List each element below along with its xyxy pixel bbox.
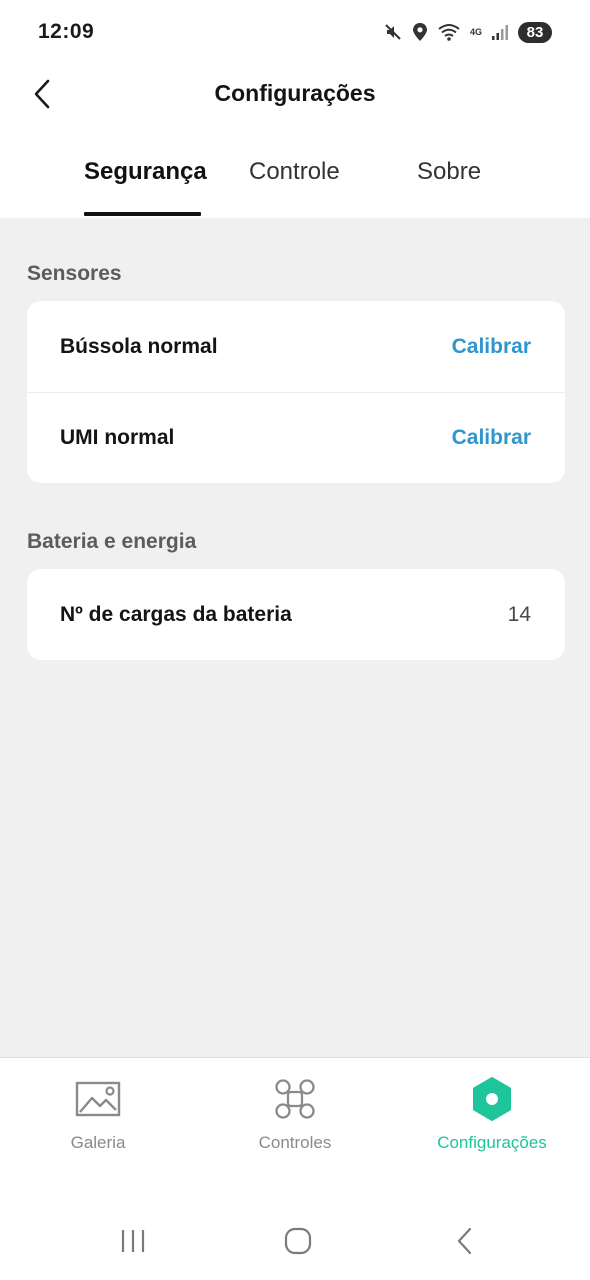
drone-icon <box>271 1076 319 1122</box>
location-icon <box>412 22 428 42</box>
nav-item-controles[interactable]: Controles <box>197 1058 393 1178</box>
home-button[interactable] <box>278 1221 318 1261</box>
wifi-icon <box>437 22 461 42</box>
tab-seguranca[interactable]: Segurança <box>84 158 207 186</box>
status-bar: 12:09 4G 83 <box>0 0 590 64</box>
calibrate-imu-button[interactable]: Calibrar <box>452 426 531 450</box>
compass-status-label: Bússola normal <box>60 334 218 358</box>
gallery-icon <box>74 1076 122 1122</box>
home-icon <box>284 1227 312 1255</box>
nav-label-galeria: Galeria <box>70 1133 126 1152</box>
signal-icon <box>491 23 509 41</box>
battery-cycles-value: 14 <box>507 602 531 626</box>
settings-hexagon-icon <box>468 1076 516 1122</box>
imu-row: UMI normal Calibrar <box>27 392 565 483</box>
system-nav-bar <box>0 1187 590 1280</box>
status-icons: 4G 83 <box>383 21 552 43</box>
tab-sobre[interactable]: Sobre <box>417 158 481 186</box>
page-title: Configurações <box>214 80 376 106</box>
nav-label-controles: Controles <box>258 1133 332 1152</box>
battery-icon: 83 <box>518 21 552 43</box>
network-4g-icon: 4G <box>469 26 482 37</box>
settings-tabs: Segurança Controle Sobre <box>0 126 590 218</box>
sensors-card: Bússola normal Calibrar UMI normal Calib… <box>27 301 565 483</box>
mute-icon <box>383 22 403 42</box>
nav-item-galeria[interactable]: Galeria <box>0 1058 196 1178</box>
bottom-nav: Galeria Controles Configurações <box>0 1057 590 1187</box>
system-back-button[interactable] <box>444 1221 484 1261</box>
compass-row: Bússola normal Calibrar <box>27 301 565 392</box>
calibrate-compass-button[interactable]: Calibrar <box>452 335 531 359</box>
recent-apps-button[interactable] <box>113 1221 153 1261</box>
battery-card: Nº de cargas da bateria 14 <box>27 569 565 660</box>
nav-label-configuracoes: Configurações <box>437 1133 547 1152</box>
back-arrow-icon <box>457 1227 472 1255</box>
nav-item-configuracoes[interactable]: Configurações <box>394 1058 590 1178</box>
tab-controle[interactable]: Controle <box>249 158 340 186</box>
battery-cycles-label: Nº de cargas da bateria <box>60 602 292 626</box>
settings-screen: 12:09 4G 83 Configurações Segurança Cont… <box>0 0 590 1280</box>
active-tab-indicator <box>84 212 201 216</box>
battery-cycles-row: Nº de cargas da bateria 14 <box>27 569 565 660</box>
app-header: Configurações <box>0 64 590 126</box>
recent-apps-icon <box>121 1230 145 1252</box>
section-title-bateria: Bateria e energia <box>27 530 197 553</box>
status-time: 12:09 <box>38 20 95 43</box>
imu-status-label: UMI normal <box>60 426 175 449</box>
section-title-sensores: Sensores <box>27 262 122 285</box>
